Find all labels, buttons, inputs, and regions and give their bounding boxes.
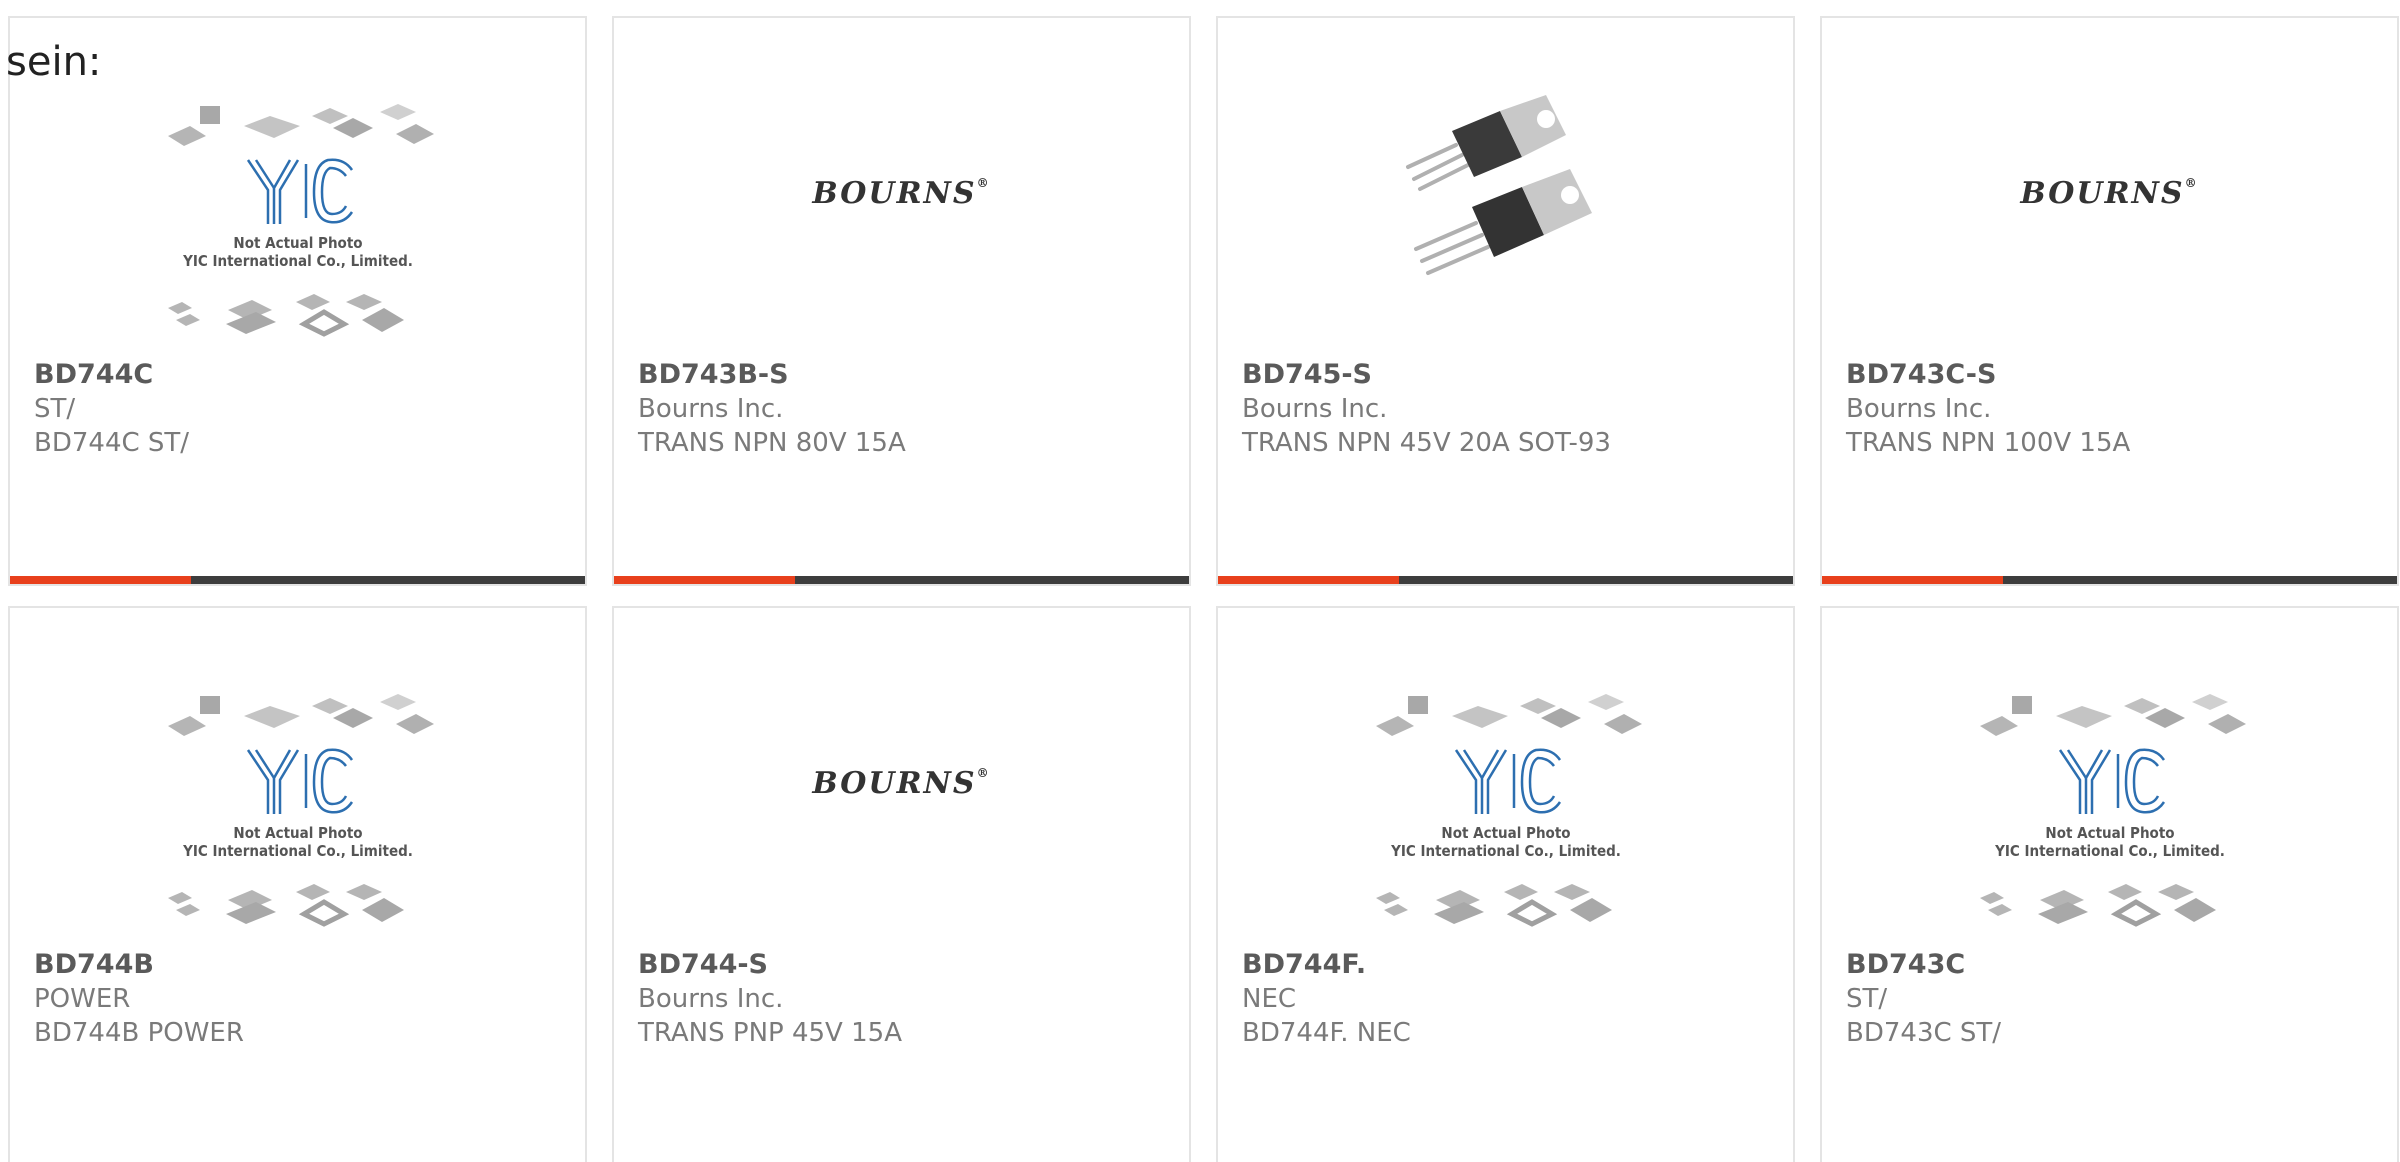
bourns-logo: BOURNS® [812,175,991,211]
card-bottom-bar [614,576,1189,584]
manufacturer: Bourns Inc. [638,984,784,1014]
part-number[interactable]: BD743C-S [1846,358,2381,392]
part-number[interactable]: BD744-S [638,948,1173,982]
part-number[interactable]: BD745-S [1242,358,1777,392]
product-card[interactable]: Not Actual Photo YIC International Co., … [1820,606,2399,1162]
part-number[interactable]: BD743C [1846,948,2381,982]
product-image[interactable]: Not Actual Photo YIC International Co., … [1218,678,1793,948]
product-image[interactable]: Not Actual Photo YIC International Co., … [10,678,585,948]
yic-placeholder-image: Not Actual Photo YIC International Co., … [167,104,434,337]
yic-placeholder-image: Not Actual Photo YIC International Co., … [1979,694,2246,927]
product-card[interactable]: Not Actual Photo YIC International Co., … [8,16,587,586]
placeholder-caption: Not Actual Photo [1441,824,1570,842]
product-card[interactable]: BOURNS® BD743B-S Bourns Inc. TRANS NPN 8… [612,16,1191,586]
placeholder-company: YIC International Co., Limited. [1994,842,2225,860]
yic-placeholder-image: Not Actual Photo YIC International Co., … [167,694,434,927]
description: BD743C ST/ [1846,1018,2002,1048]
manufacturer: Bourns Inc. [1846,394,1992,424]
description: BD744F. NEC [1242,1018,1411,1048]
description: TRANS NPN 45V 20A SOT-93 [1242,428,1611,458]
part-number[interactable]: BD743B-S [638,358,1173,392]
manufacturer: ST/ [1846,984,1888,1014]
card-accent [1822,576,2004,584]
product-card[interactable]: Not Actual Photo YIC International Co., … [1216,606,1795,1162]
intro-text: sein: [6,39,102,85]
product-image[interactable]: Not Actual Photo YIC International Co., … [10,88,585,358]
description: BD744C ST/ [34,428,190,458]
product-grid-page: sein: Not Actual Photo YIC International… [0,0,2400,1162]
part-number[interactable]: BD744B [34,948,569,982]
yic-placeholder-image: Not Actual Photo YIC International Co., … [1375,694,1642,927]
manufacturer: Bourns Inc. [1242,394,1388,424]
product-card[interactable]: Not Actual Photo YIC International Co., … [8,606,587,1162]
product-image[interactable]: BOURNS® [614,678,1189,948]
bourns-logo: BOURNS® [812,765,991,801]
placeholder-company: YIC International Co., Limited. [1390,842,1621,860]
card-bottom-bar [1822,576,2397,584]
description: TRANS NPN 100V 15A [1846,428,2131,458]
manufacturer: ST/ [34,394,76,424]
card-accent [614,576,796,584]
placeholder-company: YIC International Co., Limited. [182,842,413,860]
product-card[interactable]: BOURNS® BD743C-S Bourns Inc. TRANS NPN 1… [1820,16,2399,586]
card-bottom-bar [1218,576,1793,584]
placeholder-company: YIC International Co., Limited. [182,252,413,270]
placeholder-caption: Not Actual Photo [233,234,362,252]
product-image[interactable] [1218,88,1793,358]
card-bottom-bar [10,576,585,584]
part-number[interactable]: BD744C [34,358,569,392]
product-image[interactable]: Not Actual Photo YIC International Co., … [1822,678,2397,948]
description: TRANS NPN 80V 15A [638,428,906,458]
placeholder-caption: Not Actual Photo [2045,824,2174,842]
product-image[interactable]: BOURNS® [614,88,1189,358]
card-accent [10,576,192,584]
description: TRANS PNP 45V 15A [638,1018,902,1048]
product-card[interactable]: BOURNS® BD744-S Bourns Inc. TRANS PNP 45… [612,606,1191,1162]
bourns-logo: BOURNS® [2020,175,2199,211]
manufacturer: POWER [34,984,131,1014]
card-accent [1218,576,1400,584]
part-number[interactable]: BD744F. [1242,948,1777,982]
product-grid: Not Actual Photo YIC International Co., … [8,16,2399,1162]
placeholder-caption: Not Actual Photo [233,824,362,842]
manufacturer: Bourns Inc. [638,394,784,424]
manufacturer: NEC [1242,984,1297,1014]
description: BD744B POWER [34,1018,244,1048]
product-card[interactable]: BD745-S Bourns Inc. TRANS NPN 45V 20A SO… [1216,16,1795,586]
to220-transistor-photo [1405,95,1592,275]
product-image[interactable]: BOURNS® [1822,88,2397,358]
